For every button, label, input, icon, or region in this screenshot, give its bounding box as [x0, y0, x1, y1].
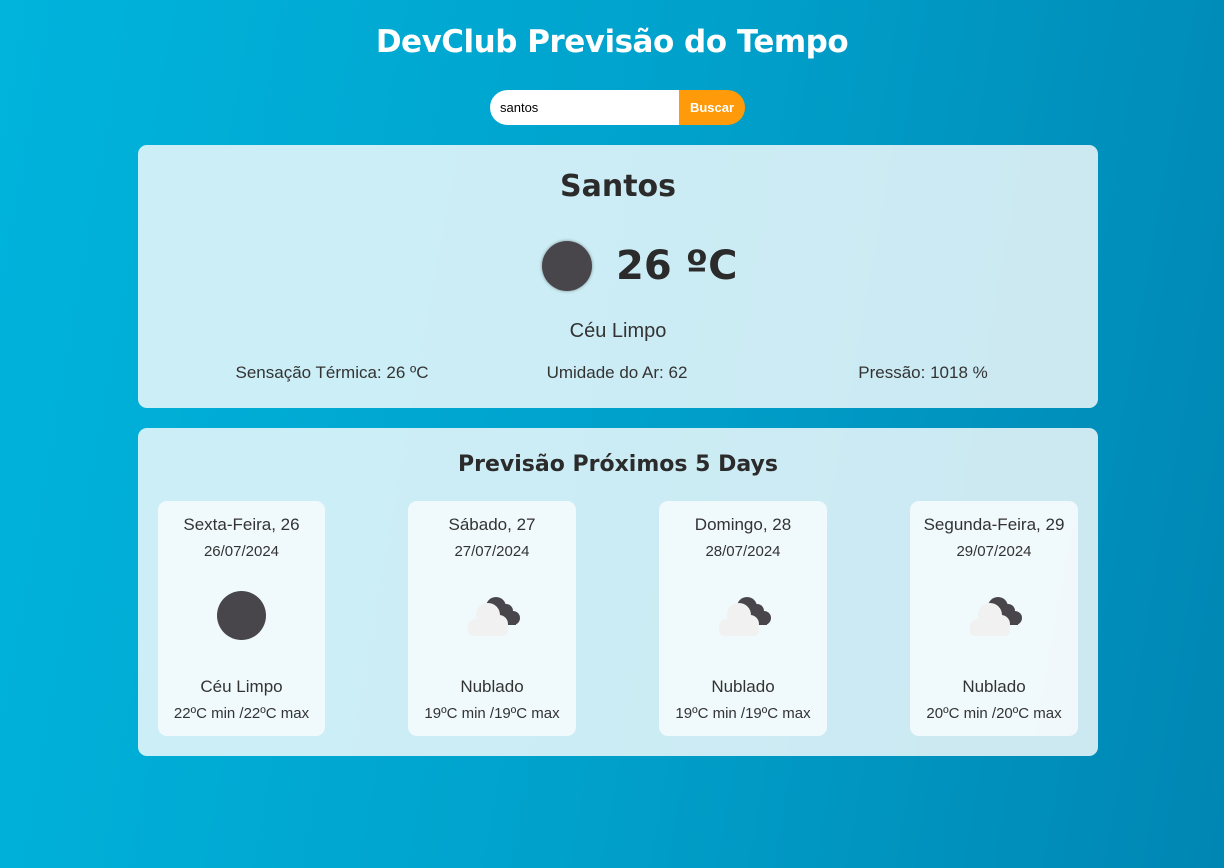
- forecast-day-date: 28/07/2024: [705, 543, 781, 560]
- cloudy-icon: [719, 597, 771, 636]
- forecast-day-temps: 20ºC min /20ºC max: [926, 705, 1062, 722]
- forecast-day-temps: 22ºC min /22ºC max: [173, 705, 310, 722]
- forecast-day-card: Domingo, 28 28/07/2024 Nublado 19ºC min …: [659, 501, 827, 736]
- forecast-day-name: Sexta-Feira, 26: [183, 515, 300, 534]
- cloudy-icon: [970, 597, 1022, 636]
- search-input[interactable]: [490, 90, 679, 125]
- forecast-day-card: Segunda-Feira, 29 29/07/2024 Nublado 20º…: [910, 501, 1078, 736]
- current-temperature: 26 ºC: [616, 243, 738, 289]
- forecast-day-date: 26/07/2024: [203, 543, 280, 560]
- forecast-day-card: Sexta-Feira, 26 26/07/2024 Céu Limpo 22º…: [158, 501, 325, 736]
- search-button[interactable]: Buscar: [679, 90, 745, 125]
- forecast-day-condition: Nublado: [711, 677, 775, 696]
- forecast-day-temps: 19ºC min /19ºC max: [675, 705, 811, 722]
- humidity: Umidade do Ar: 62: [546, 363, 688, 382]
- forecast-day-date: 27/07/2024: [454, 543, 530, 560]
- clear-sky-icon: [542, 241, 592, 291]
- forecast-day-name: Sábado, 27: [448, 515, 536, 534]
- pressure: Pressão: 1018 %: [858, 363, 988, 382]
- forecast-title: Previsão Próximos 5 Days: [458, 452, 778, 477]
- forecast-day-date: 29/07/2024: [956, 543, 1032, 560]
- app-title: DevClub Previsão do Tempo: [375, 24, 849, 60]
- forecast-day-condition: Nublado: [962, 677, 1026, 696]
- forecast-day-condition: Céu Limpo: [200, 677, 283, 696]
- forecast-day-temps: 19ºC min /19ºC max: [424, 705, 560, 722]
- forecast-day-condition: Nublado: [460, 677, 524, 696]
- search-bar: Buscar: [490, 90, 745, 125]
- city-name: Santos: [559, 169, 676, 204]
- forecast-day-name: Segunda-Feira, 29: [923, 515, 1065, 534]
- forecast-day-card: Sábado, 27 27/07/2024 Nublado 19ºC min /…: [408, 501, 576, 736]
- current-condition: Céu Limpo: [569, 320, 667, 342]
- forecast-day-name: Domingo, 28: [694, 515, 792, 534]
- feels-like: Sensação Térmica: 26 ºC: [235, 363, 429, 382]
- current-weather-card: Santos 26 ºC Céu Limpo Sensação Térmica:…: [138, 145, 1098, 408]
- clear-sky-icon: [217, 591, 266, 640]
- forecast-card: Previsão Próximos 5 Days Sexta-Feira, 26…: [138, 428, 1098, 756]
- cloudy-icon: [468, 597, 520, 636]
